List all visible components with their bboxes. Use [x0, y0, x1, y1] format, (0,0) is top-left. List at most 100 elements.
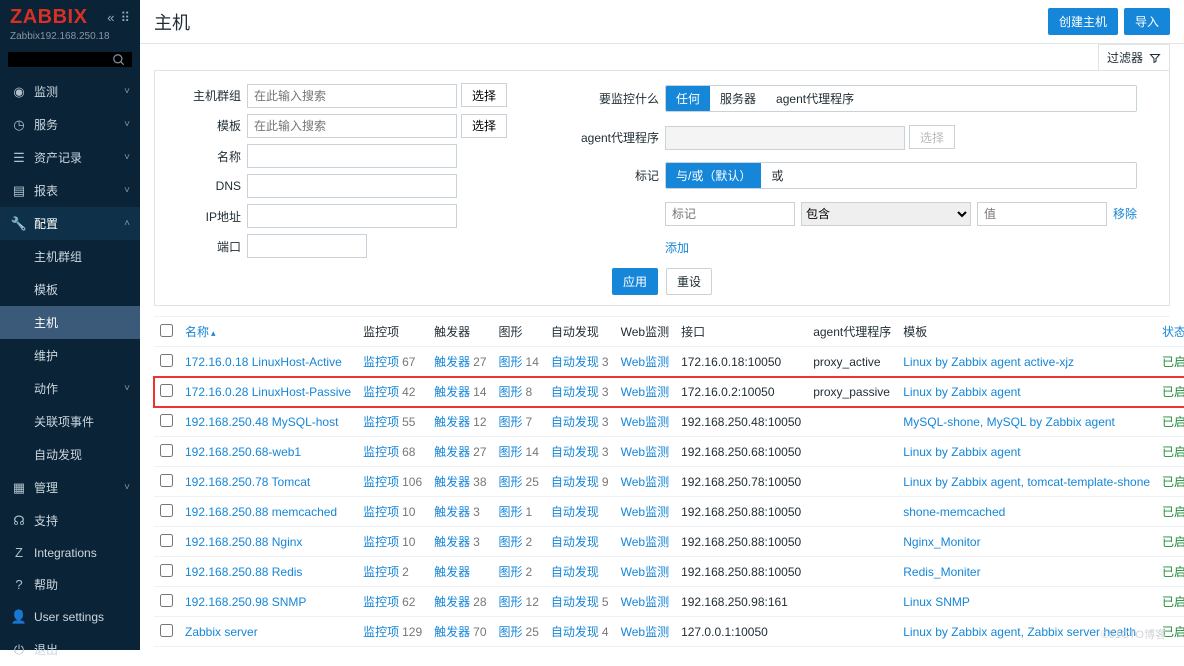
monitor-server[interactable]: 服务器 [710, 86, 766, 111]
discovery-link[interactable]: 自动发现 [551, 355, 599, 369]
graphs-link[interactable]: 图形 [499, 625, 523, 639]
row-checkbox[interactable] [160, 594, 173, 607]
discovery-link[interactable]: 自动发现 [551, 505, 599, 519]
input-template[interactable] [247, 114, 457, 138]
triggers-link[interactable]: 触发器 [434, 445, 470, 459]
template-link[interactable]: MySQL-shone, MySQL by Zabbix agent [903, 415, 1115, 429]
triggers-link[interactable]: 触发器 [434, 475, 470, 489]
discovery-link[interactable]: 自动发现 [551, 625, 599, 639]
tag-mode-or[interactable]: 或 [761, 163, 793, 188]
discovery-link[interactable]: 自动发现 [551, 595, 599, 609]
sidebar-sub-自动发现[interactable]: 自动发现 [0, 438, 140, 471]
create-host-button[interactable]: 创建主机 [1048, 8, 1118, 35]
status-toggle[interactable]: 已启用 [1162, 595, 1184, 609]
status-toggle[interactable]: 已启用 [1162, 475, 1184, 489]
host-name-link[interactable]: 192.168.250.98 SNMP [185, 595, 306, 609]
web-link[interactable]: Web监测 [621, 595, 669, 609]
filter-apply-button[interactable]: 应用 [612, 268, 658, 295]
web-link[interactable]: Web监测 [621, 415, 669, 429]
sidebar-sub-主机群组[interactable]: 主机群组 [0, 240, 140, 273]
sidebar-footer-支持[interactable]: ☊支持 [0, 504, 140, 537]
triggers-link[interactable]: 触发器 [434, 535, 470, 549]
host-name-link[interactable]: 192.168.250.88 memcached [185, 505, 337, 519]
template-link[interactable]: Redis_Moniter [903, 565, 980, 579]
tag-operator-select[interactable]: 包含 [801, 202, 971, 226]
graphs-link[interactable]: 图形 [499, 595, 523, 609]
graphs-link[interactable]: 图形 [499, 475, 523, 489]
sidebar-footer-Integrations[interactable]: ZIntegrations [0, 537, 140, 568]
input-dns[interactable] [247, 174, 457, 198]
discovery-link[interactable]: 自动发现 [551, 535, 599, 549]
status-toggle[interactable]: 已启用 [1162, 415, 1184, 429]
collapse-icon[interactable]: « [107, 10, 114, 26]
discovery-link[interactable]: 自动发现 [551, 415, 599, 429]
row-checkbox[interactable] [160, 534, 173, 547]
input-port[interactable] [247, 234, 367, 258]
host-name-link[interactable]: 172.16.0.18 LinuxHost-Active [185, 355, 342, 369]
graphs-link[interactable]: 图形 [499, 535, 523, 549]
filter-tab[interactable]: 过滤器 [1098, 44, 1170, 70]
discovery-link[interactable]: 自动发现 [551, 565, 599, 579]
select-host-group[interactable]: 选择 [461, 83, 507, 107]
graphs-link[interactable]: 图形 [499, 385, 523, 399]
status-toggle[interactable]: 已启用 [1162, 355, 1184, 369]
tag-name-input[interactable] [665, 202, 795, 226]
template-link[interactable]: Linux by Zabbix agent active-xjz [903, 355, 1074, 369]
web-link[interactable]: Web监测 [621, 385, 669, 399]
web-link[interactable]: Web监测 [621, 355, 669, 369]
items-link[interactable]: 监控项 [363, 415, 399, 429]
web-link[interactable]: Web监测 [621, 505, 669, 519]
status-toggle[interactable]: 已启用 [1162, 505, 1184, 519]
web-link[interactable]: Web监测 [621, 625, 669, 639]
tag-value-input[interactable] [977, 202, 1107, 226]
sidebar-footer-User settings[interactable]: 👤User settings [0, 601, 140, 633]
discovery-link[interactable]: 自动发现 [551, 385, 599, 399]
col-status[interactable]: 状态 [1156, 317, 1184, 347]
sidebar-item-管理[interactable]: ▦管理˅ [0, 471, 140, 504]
monitor-proxy[interactable]: agent代理程序 [766, 86, 864, 111]
select-all-checkbox[interactable] [160, 324, 173, 337]
host-name-link[interactable]: 192.168.250.88 Redis [185, 565, 302, 579]
select-template[interactable]: 选择 [461, 114, 507, 138]
row-checkbox[interactable] [160, 414, 173, 427]
triggers-link[interactable]: 触发器 [434, 595, 470, 609]
sidebar-sub-主机[interactable]: 主机 [0, 306, 140, 339]
items-link[interactable]: 监控项 [363, 535, 399, 549]
tag-mode-andor[interactable]: 与/或（默认） [666, 163, 761, 188]
sidebar-search[interactable] [8, 52, 132, 67]
sidebar-item-服务[interactable]: ◷服务˅ [0, 108, 140, 141]
template-link[interactable]: Linux by Zabbix agent, tomcat-template-s… [903, 475, 1150, 489]
triggers-link[interactable]: 触发器 [434, 505, 470, 519]
web-link[interactable]: Web监测 [621, 565, 669, 579]
input-ip[interactable] [247, 204, 457, 228]
row-checkbox[interactable] [160, 564, 173, 577]
host-name-link[interactable]: 192.168.250.68-web1 [185, 445, 301, 459]
triggers-link[interactable]: 触发器 [434, 385, 470, 399]
host-name-link[interactable]: 192.168.250.78 Tomcat [185, 475, 310, 489]
host-name-link[interactable]: 172.16.0.28 LinuxHost-Passive [185, 385, 351, 399]
host-name-link[interactable]: Zabbix server [185, 625, 258, 639]
graphs-link[interactable]: 图形 [499, 445, 523, 459]
template-link[interactable]: Linux by Zabbix agent [903, 445, 1020, 459]
sidebar-sub-模板[interactable]: 模板 [0, 273, 140, 306]
web-link[interactable]: Web监测 [621, 475, 669, 489]
sidebar-sub-维护[interactable]: 维护 [0, 339, 140, 372]
filter-reset-button[interactable]: 重设 [666, 268, 712, 295]
triggers-link[interactable]: 触发器 [434, 625, 470, 639]
input-host-group[interactable] [247, 84, 457, 108]
template-link[interactable]: Nginx_Monitor [903, 535, 980, 549]
sidebar-item-报表[interactable]: ▤报表˅ [0, 174, 140, 207]
row-checkbox[interactable] [160, 384, 173, 397]
sidebar-search-input[interactable] [14, 52, 104, 67]
discovery-link[interactable]: 自动发现 [551, 445, 599, 459]
items-link[interactable]: 监控项 [363, 595, 399, 609]
sidebar-item-监测[interactable]: ◉监测˅ [0, 75, 140, 108]
discovery-link[interactable]: 自动发现 [551, 475, 599, 489]
items-link[interactable]: 监控项 [363, 445, 399, 459]
web-link[interactable]: Web监测 [621, 445, 669, 459]
monitor-segment[interactable]: 任何 服务器 agent代理程序 [665, 85, 1137, 112]
row-checkbox[interactable] [160, 444, 173, 457]
web-link[interactable]: Web监测 [621, 535, 669, 549]
row-checkbox[interactable] [160, 504, 173, 517]
sidebar-item-配置[interactable]: 🔧配置˄ [0, 207, 140, 240]
